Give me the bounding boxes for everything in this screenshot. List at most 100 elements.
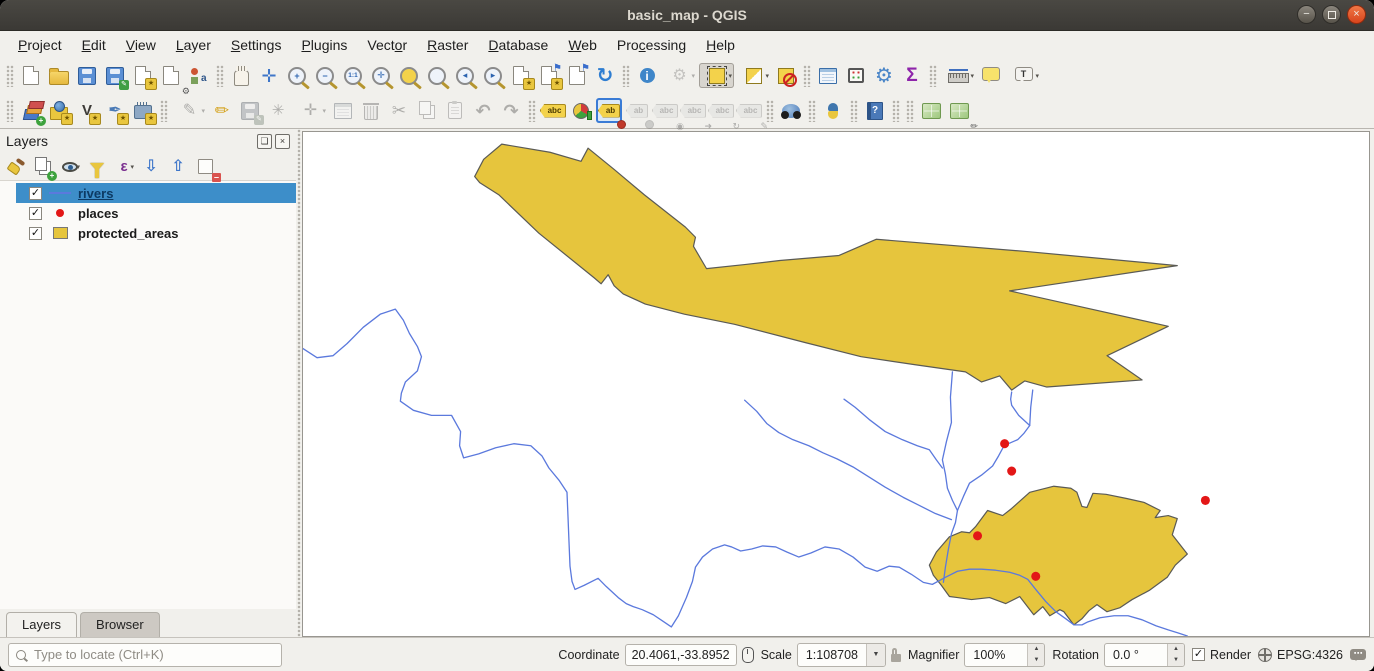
menu-web[interactable]: Web bbox=[558, 33, 607, 57]
map-tips-icon bbox=[982, 67, 1000, 81]
zoom-to-layer-button[interactable] bbox=[424, 63, 450, 88]
save-project-as-button[interactable]: ✎ bbox=[102, 63, 128, 88]
select-features-by-value-button[interactable]: ▾ bbox=[736, 63, 771, 88]
spinner-arrows[interactable]: ▲▼ bbox=[1027, 644, 1044, 666]
field-calculator-button[interactable] bbox=[843, 63, 869, 88]
zoom-to-selection-button[interactable] bbox=[396, 63, 422, 88]
scale-combo[interactable]: 1:108708 ▼ bbox=[797, 643, 886, 667]
menu-raster[interactable]: Raster bbox=[417, 33, 478, 57]
render-checkbox[interactable]: ✓ bbox=[1192, 648, 1205, 661]
remove-layer-button[interactable]: – bbox=[193, 155, 217, 178]
filter-legend-icon bbox=[90, 163, 104, 171]
filter-by-expression-button[interactable]: ε▾ bbox=[112, 155, 136, 178]
add-group-button[interactable]: + bbox=[31, 155, 55, 178]
layer-checkbox[interactable]: ✓ bbox=[29, 207, 42, 220]
menu-plugins[interactable]: Plugins bbox=[291, 33, 357, 57]
zoom-last-button[interactable]: ◂ bbox=[452, 63, 478, 88]
new-shapefile-layer-button[interactable]: V★ bbox=[74, 98, 100, 123]
toolbar-handle bbox=[160, 100, 168, 122]
new-print-layout-button[interactable]: ★ bbox=[130, 63, 156, 88]
panel-float-button[interactable]: ❏ bbox=[257, 134, 272, 149]
lock-icon[interactable] bbox=[891, 654, 901, 662]
layer-row-protected_areas[interactable]: ✓protected_areas bbox=[16, 223, 296, 243]
zoom-native-button[interactable]: 1:1 bbox=[340, 63, 366, 88]
layer-labeling-options-button[interactable]: abc bbox=[540, 98, 566, 123]
menu-settings[interactable]: Settings bbox=[221, 33, 292, 57]
layer-diagram-options-button[interactable] bbox=[568, 98, 594, 123]
maximize-button[interactable] bbox=[1322, 5, 1341, 24]
coordinate-input[interactable] bbox=[625, 644, 737, 666]
open-project-button[interactable] bbox=[46, 63, 72, 88]
menu-vector[interactable]: Vector bbox=[357, 33, 417, 57]
panel-close-button[interactable]: × bbox=[275, 134, 290, 149]
chevron-down-icon[interactable]: ▼ bbox=[866, 644, 885, 666]
minimize-button[interactable]: − bbox=[1297, 5, 1316, 24]
new-geopackage-layer-button[interactable]: ★ bbox=[46, 98, 72, 123]
collapse-all-button[interactable]: ⇧ bbox=[166, 155, 190, 178]
expand-all-button[interactable]: ⇩ bbox=[139, 155, 163, 178]
toolbar-handle bbox=[892, 100, 900, 122]
layer-row-rivers[interactable]: ✓rivers bbox=[16, 183, 296, 203]
place-point bbox=[1000, 439, 1009, 448]
refresh-map-button[interactable]: ↻ bbox=[592, 63, 618, 88]
statistical-summary-button[interactable]: Σ bbox=[899, 63, 925, 88]
map-plugin-2-button[interactable]: ✏ bbox=[946, 98, 972, 123]
rotation-spinner[interactable]: 0.0 ° ▲▼ bbox=[1104, 643, 1185, 667]
bookmark-manager-button[interactable]: ⚑ bbox=[564, 63, 590, 88]
menu-layer[interactable]: Layer bbox=[166, 33, 221, 57]
magnifier-spinner[interactable]: 100% ▲▼ bbox=[964, 643, 1045, 667]
text-annotation-button[interactable]: T▾ bbox=[1006, 63, 1041, 88]
menu-view[interactable]: View bbox=[116, 33, 166, 57]
map-tips-button[interactable] bbox=[978, 63, 1004, 88]
extents-toggle-icon[interactable] bbox=[742, 647, 754, 663]
menu-help[interactable]: Help bbox=[696, 33, 745, 57]
tab-browser[interactable]: Browser bbox=[80, 612, 160, 637]
new-spatial-bookmark-button[interactable]: ★ bbox=[508, 63, 534, 88]
map-canvas[interactable] bbox=[302, 131, 1370, 637]
save-project-button[interactable] bbox=[74, 63, 100, 88]
select-features-button[interactable]: ▾ bbox=[699, 63, 734, 88]
close-button[interactable]: × bbox=[1347, 5, 1366, 24]
new-virtual-layer-button[interactable]: ★ bbox=[130, 98, 156, 123]
tab-layers[interactable]: Layers bbox=[6, 612, 77, 637]
layout-manager-button[interactable]: ⚙ bbox=[158, 63, 184, 88]
open-layer-styling-button[interactable] bbox=[4, 155, 28, 178]
deselect-all-button[interactable] bbox=[773, 63, 799, 88]
menu-project[interactable]: Project bbox=[8, 33, 72, 57]
layer-checkbox[interactable]: ✓ bbox=[29, 227, 42, 240]
crs-value[interactable]: EPSG:4326 bbox=[1277, 648, 1343, 662]
open-attribute-table-button[interactable] bbox=[815, 63, 841, 88]
manage-map-themes-button[interactable]: ▾ bbox=[58, 155, 82, 178]
show-spatial-bookmarks-button[interactable]: ★⚑ bbox=[536, 63, 562, 88]
zoom-out-button[interactable]: − bbox=[312, 63, 338, 88]
pan-to-selection-button[interactable]: ✛ bbox=[256, 63, 282, 88]
pin-unpin-labels-button[interactable]: ab bbox=[596, 98, 622, 123]
spinner-arrows[interactable]: ▲▼ bbox=[1167, 644, 1184, 666]
messages-button[interactable]: ⋯ bbox=[1350, 649, 1366, 660]
select-features-icon bbox=[709, 68, 725, 84]
new-spatialite-layer-button[interactable]: ✒★ bbox=[102, 98, 128, 123]
map-plugin-1-button[interactable] bbox=[918, 98, 944, 123]
toggle-editing-button[interactable]: ✏ bbox=[209, 98, 235, 123]
metasearch-button[interactable] bbox=[778, 98, 804, 123]
layer-row-places[interactable]: ✓places bbox=[16, 203, 296, 223]
data-source-manager-button[interactable]: + bbox=[18, 98, 44, 123]
identify-features-button[interactable]: i bbox=[634, 63, 660, 88]
style-manager-button[interactable]: a bbox=[186, 63, 212, 88]
zoom-full-button[interactable]: ✛ bbox=[368, 63, 394, 88]
pan-map-button[interactable] bbox=[228, 63, 254, 88]
measure-line-button[interactable]: ▾ bbox=[941, 63, 976, 88]
filter-legend-button[interactable] bbox=[85, 155, 109, 178]
menu-processing[interactable]: Processing bbox=[607, 33, 696, 57]
zoom-next-button[interactable]: ▸ bbox=[480, 63, 506, 88]
menu-edit[interactable]: Edit bbox=[72, 33, 116, 57]
layer-checkbox[interactable]: ✓ bbox=[29, 187, 42, 200]
locator-input[interactable] bbox=[32, 646, 274, 663]
zoom-in-button[interactable]: + bbox=[284, 63, 310, 88]
new-project-button[interactable] bbox=[18, 63, 44, 88]
python-console-button[interactable] bbox=[820, 98, 846, 123]
help-contents-button[interactable]: ? bbox=[862, 98, 888, 123]
menu-database[interactable]: Database bbox=[478, 33, 558, 57]
processing-toolbox-button[interactable]: ⚙ bbox=[871, 63, 897, 88]
zoom-out-icon: − bbox=[316, 67, 334, 85]
